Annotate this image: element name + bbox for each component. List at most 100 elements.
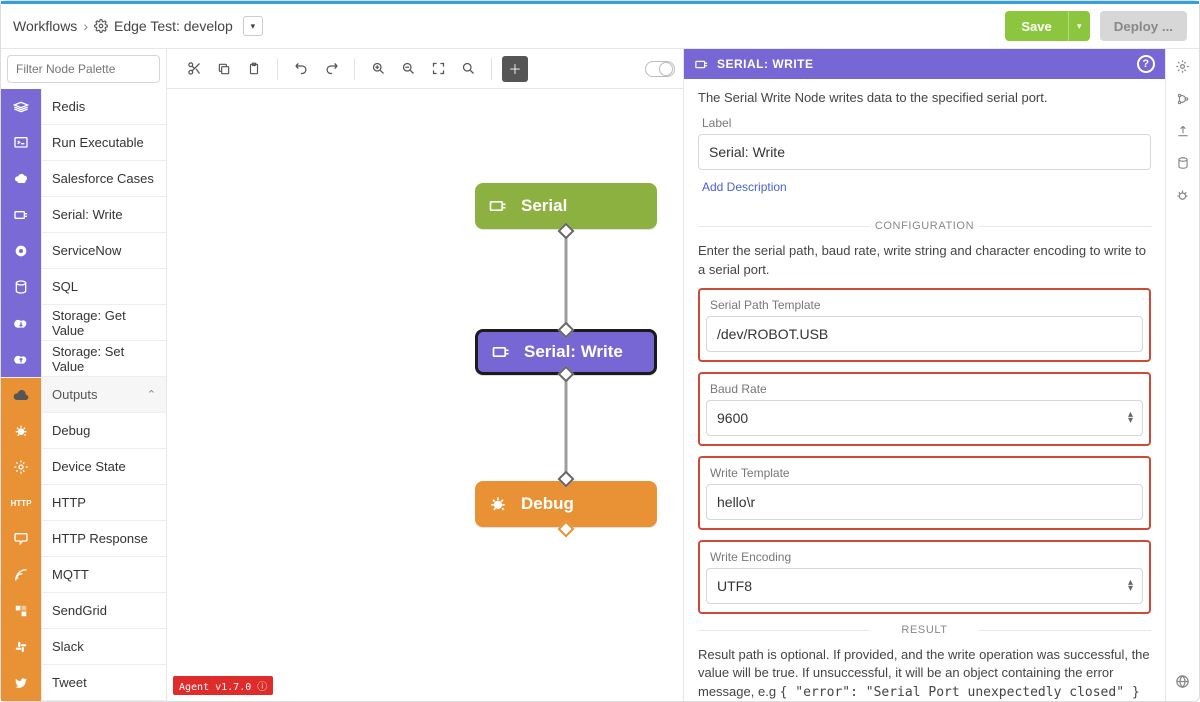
device-state-icon	[1, 449, 41, 485]
globe-tab-icon[interactable]	[1175, 674, 1190, 689]
palette-item-storage-set[interactable]: Storage: Set Value	[42, 341, 166, 377]
label-input[interactable]	[698, 134, 1151, 170]
baud-rate-label: Baud Rate	[710, 382, 1143, 396]
write-encoding-label: Write Encoding	[710, 550, 1143, 564]
node-serial-write[interactable]: Serial: Write	[475, 329, 657, 375]
node-label: Debug	[521, 494, 574, 514]
node-input-port[interactable]	[558, 322, 575, 339]
zoom-out-button[interactable]	[395, 56, 421, 82]
paste-button[interactable]	[241, 56, 267, 82]
add-node-button[interactable]: ＋	[502, 56, 528, 82]
node-output-port[interactable]	[558, 521, 575, 538]
servicenow-icon	[1, 233, 41, 269]
cloud-icon	[1, 377, 41, 413]
redis-icon	[1, 89, 41, 125]
find-button[interactable]	[455, 56, 481, 82]
zoom-in-button[interactable]	[365, 56, 391, 82]
sendgrid-icon	[1, 593, 41, 629]
save-button[interactable]: Save	[1005, 11, 1067, 41]
palette-item-run-executable[interactable]: Run Executable	[42, 125, 166, 161]
node-debug[interactable]: Debug	[475, 481, 657, 527]
palette-item-storage-get[interactable]: Storage: Get Value	[42, 305, 166, 341]
tweet-icon	[1, 665, 41, 701]
breadcrumb-dropdown[interactable]: ▾	[243, 16, 263, 36]
gear-icon	[94, 19, 108, 33]
http-response-icon	[1, 521, 41, 557]
storage-set-icon	[1, 341, 41, 377]
palette-item-salesforce[interactable]: Salesforce Cases	[42, 161, 166, 197]
palette-item-mqtt[interactable]: MQTT	[42, 557, 166, 593]
write-template-input[interactable]	[706, 484, 1143, 520]
fit-view-button[interactable]	[425, 56, 451, 82]
breadcrumb: Workflows › Edge Test: develop ▾	[13, 16, 1005, 36]
node-input-port[interactable]	[558, 471, 575, 488]
cut-button[interactable]	[181, 56, 207, 82]
baud-rate-select[interactable]	[706, 400, 1143, 436]
node-output-port[interactable]	[558, 223, 575, 240]
http-icon: HTTP	[1, 485, 41, 521]
node-label: Serial	[521, 196, 567, 216]
configuration-intro: Enter the serial path, baud rate, write …	[698, 242, 1151, 280]
node-palette: HTTP Redis Run Executable Salesforce Cas…	[1, 49, 167, 701]
palette-item-debug[interactable]: Debug	[42, 413, 166, 449]
palette-item-serial-write[interactable]: Serial: Write	[42, 197, 166, 233]
salesforce-icon	[1, 161, 41, 197]
mqtt-icon	[1, 557, 41, 593]
label-field-label: Label	[702, 116, 1151, 130]
breadcrumb-root[interactable]: Workflows	[13, 18, 77, 34]
node-output-port[interactable]	[558, 366, 575, 383]
palette-item-sql[interactable]: SQL	[42, 269, 166, 305]
serial-write-icon	[1, 197, 41, 233]
inspector-description: The Serial Write Node writes data to the…	[698, 89, 1151, 108]
serial-write-icon	[694, 57, 709, 72]
debug-node-icon	[475, 494, 521, 514]
inspector-title: SERIAL: WRITE	[717, 57, 814, 71]
sql-icon	[1, 269, 41, 305]
settings-tab-icon[interactable]	[1175, 59, 1190, 74]
serial-path-input[interactable]	[706, 316, 1143, 352]
debug-tab-icon[interactable]	[1175, 188, 1190, 203]
serial-path-label: Serial Path Template	[710, 298, 1143, 312]
palette-item-sendgrid[interactable]: SendGrid	[42, 593, 166, 629]
versions-tab-icon[interactable]	[1176, 92, 1190, 106]
palette-item-tweet[interactable]: Tweet	[42, 665, 166, 701]
palette-item-servicenow[interactable]: ServiceNow	[42, 233, 166, 269]
palette-item-slack[interactable]: Slack	[42, 629, 166, 665]
save-dropdown[interactable]: ▾	[1068, 11, 1090, 41]
configuration-section-title: CONFIGURATION	[698, 220, 1151, 232]
snap-toggle[interactable]	[645, 61, 675, 77]
palette-section-label: Outputs	[52, 387, 98, 402]
palette-item-redis[interactable]: Redis	[42, 89, 166, 125]
storage-tab-icon[interactable]	[1176, 156, 1190, 170]
add-description-link[interactable]: Add Description	[702, 180, 787, 194]
upload-tab-icon[interactable]	[1176, 124, 1190, 138]
storage-get-icon	[1, 305, 41, 341]
inspector-panel: SERIAL: WRITE ? The Serial Write Node wr…	[683, 49, 1165, 701]
palette-item-device-state[interactable]: Device State	[42, 449, 166, 485]
canvas[interactable]: Serial Serial: Write Debug Agent v1.7.0 …	[167, 89, 683, 701]
breadcrumb-separator: ›	[83, 18, 88, 34]
node-label: Serial: Write	[524, 342, 623, 362]
palette-item-http[interactable]: HTTP	[42, 485, 166, 521]
agent-version-badge[interactable]: Agent v1.7.0 ⓘ	[173, 676, 273, 695]
right-rail	[1165, 49, 1199, 701]
palette-item-http-response[interactable]: HTTP Response	[42, 521, 166, 557]
undo-button[interactable]	[288, 56, 314, 82]
deploy-button[interactable]: Deploy ...	[1100, 11, 1187, 41]
node-serial[interactable]: Serial	[475, 183, 657, 229]
help-button[interactable]: ?	[1137, 55, 1155, 73]
palette-section-outputs[interactable]: Outputs ⌃	[42, 377, 166, 413]
serial-write-node-icon	[478, 342, 524, 362]
canvas-toolbar: ＋	[167, 49, 683, 89]
serial-node-icon	[475, 196, 521, 216]
result-section-title: RESULT	[698, 624, 1151, 636]
result-intro: Result path is optional. If provided, an…	[698, 646, 1151, 701]
write-encoding-select[interactable]	[706, 568, 1143, 604]
debug-icon	[1, 413, 41, 449]
palette-icon-rail: HTTP	[1, 89, 41, 701]
write-template-label: Write Template	[710, 466, 1143, 480]
breadcrumb-current: Edge Test: develop	[114, 18, 233, 34]
copy-button[interactable]	[211, 56, 237, 82]
redo-button[interactable]	[318, 56, 344, 82]
palette-filter-input[interactable]	[7, 55, 160, 83]
